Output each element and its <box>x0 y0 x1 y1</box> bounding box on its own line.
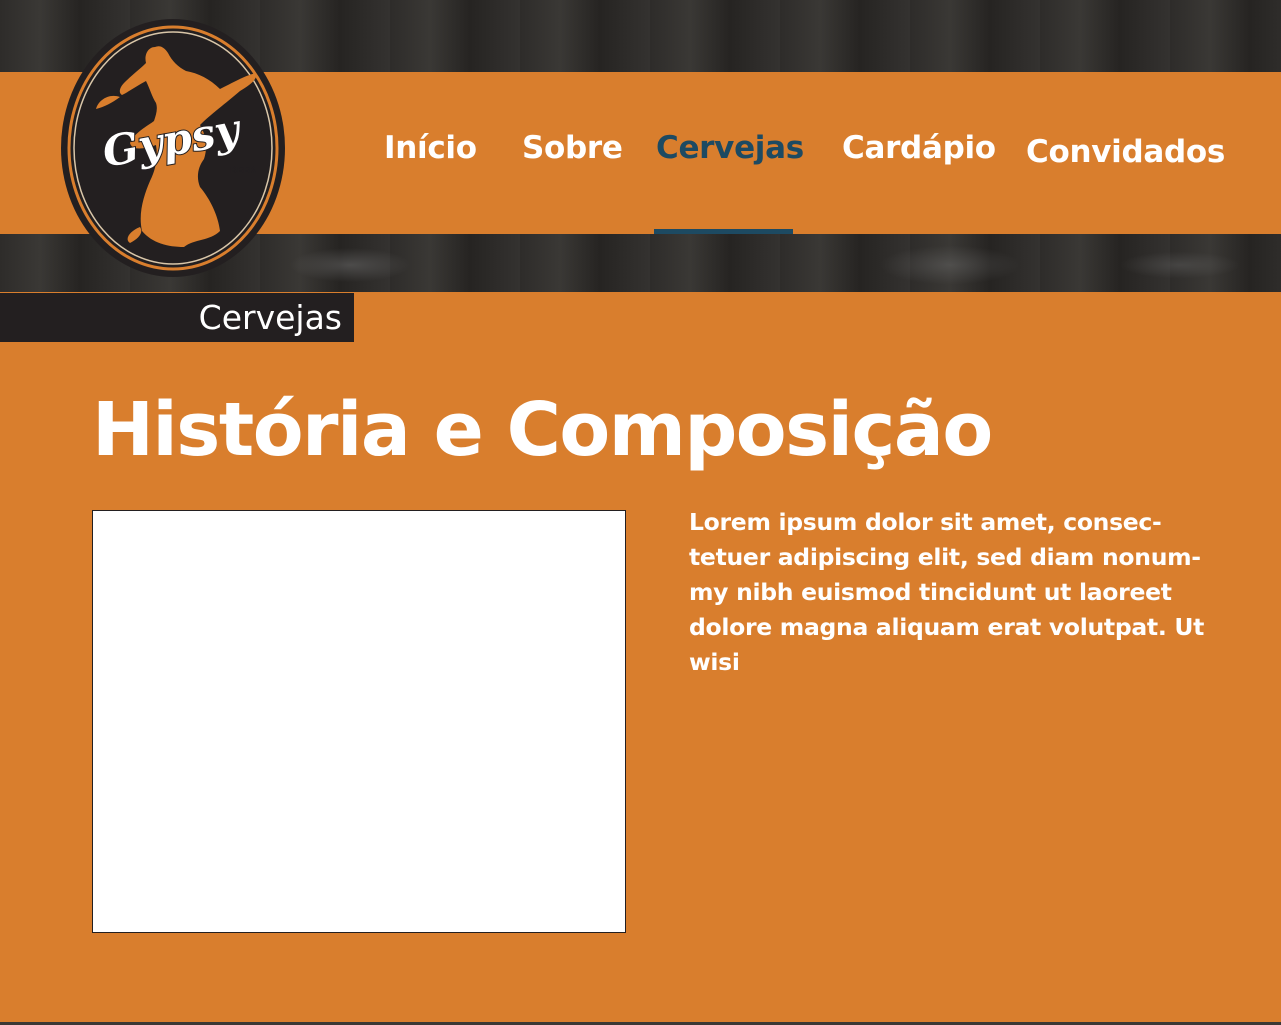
breadcrumb: Cervejas <box>0 293 354 342</box>
nav-item-inicio[interactable]: Início <box>384 130 477 166</box>
gypsy-beer-logo[interactable]: Gypsy BEER <box>60 17 287 279</box>
image-placeholder <box>92 510 626 933</box>
nav-item-cardapio[interactable]: Cardápio <box>842 130 996 166</box>
nav-item-sobre[interactable]: Sobre <box>522 130 623 166</box>
body-paragraph: Lorem ipsum dolor sit amet, consec-tetue… <box>689 508 1205 676</box>
nav-item-cervejas[interactable]: Cervejas <box>656 130 804 166</box>
active-nav-indicator <box>654 229 793 234</box>
nav-item-convidados[interactable]: Convidados <box>1026 134 1225 170</box>
page-title: História e Composição <box>92 387 993 473</box>
logo-subtext: BEER <box>230 166 256 176</box>
